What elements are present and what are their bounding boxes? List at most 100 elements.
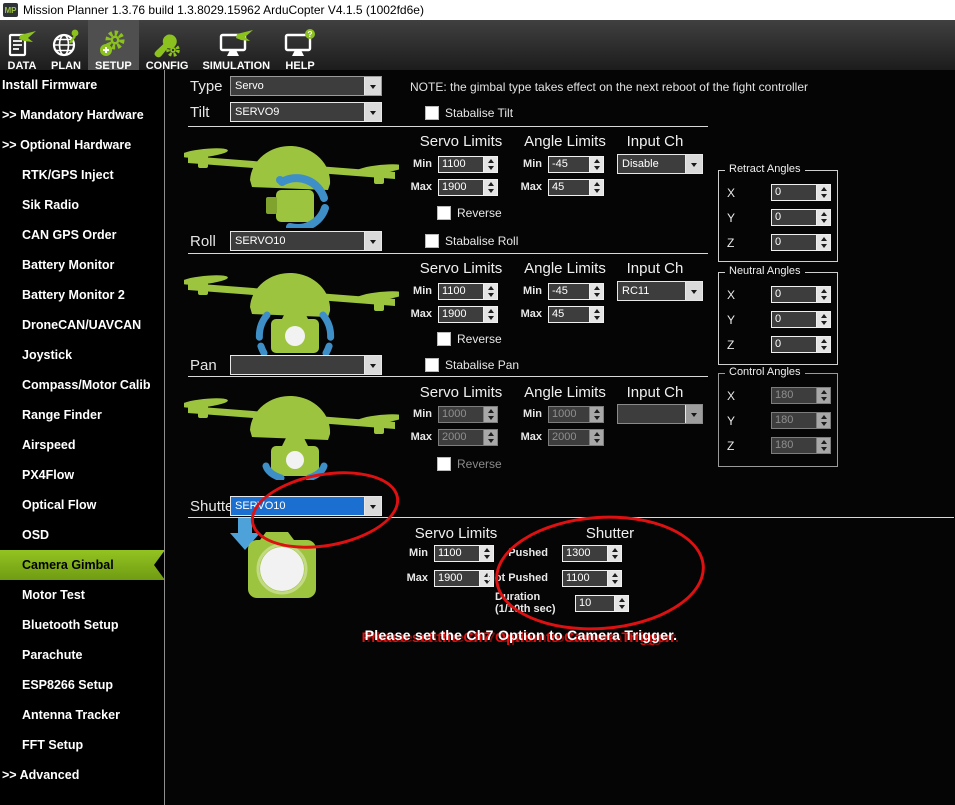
tilt-servo-dropdown[interactable]: SERVO9 [230,102,382,122]
nav-simulation[interactable]: SIMULATION [195,20,277,73]
spinner-buttons[interactable] [483,284,497,299]
spinner-buttons[interactable] [589,307,603,322]
shutter-duration-spinner[interactable]: 10 [575,595,629,612]
sidebar-item-motor-test[interactable]: Motor Test [0,580,164,610]
roll-servo-min-spinner[interactable]: 1100 [438,283,498,300]
shutter-not-pushed-spinner[interactable]: 1100 [562,570,622,587]
control-angles-x-spinner: 180 [771,387,831,404]
spinner-buttons[interactable] [816,235,830,250]
chevron-down-icon[interactable] [364,77,381,95]
spinner-buttons[interactable] [607,571,621,586]
chevron-down-icon[interactable] [364,356,381,374]
checkbox-box[interactable] [437,332,451,346]
sidebar-item-bluetooth-setup[interactable]: Bluetooth Setup [0,610,164,640]
tilt-reverse-checkbox[interactable]: Reverse [437,206,502,220]
roll-angle-min-spinner[interactable]: -45 [548,283,604,300]
gimbal-type-dropdown[interactable]: Servo [230,76,382,96]
roll-input-ch-dropdown[interactable]: RC11 [617,281,703,301]
sidebar-item-optical-flow[interactable]: Optical Flow [0,490,164,520]
nav-setup[interactable]: SETUP [88,20,139,73]
neutral-angles-z-spinner[interactable]: 0 [771,336,831,353]
chevron-down-icon[interactable] [364,232,381,250]
nav-plan[interactable]: PLAN [44,20,88,73]
tilt-servo-min-spinner[interactable]: 1100 [438,156,498,173]
spinner-buttons[interactable] [589,284,603,299]
spinner-buttons[interactable] [589,180,603,195]
sidebar-item-mandatory-hardware[interactable]: >> Mandatory Hardware [0,100,164,130]
servo-limits-header: Servo Limits [406,133,516,150]
checkbox-box[interactable] [425,106,439,120]
tilt-servo-max-spinner[interactable]: 1900 [438,179,498,196]
retract-angles-y-spinner[interactable]: 0 [771,209,831,226]
spinner-buttons[interactable] [483,307,497,322]
spinner-buttons[interactable] [607,546,621,561]
sidebar-item-osd[interactable]: OSD [0,520,164,550]
roll-angle-max-spinner[interactable]: 45 [548,306,604,323]
roll-servo-max-spinner[interactable]: 1900 [438,306,498,323]
checkbox-box[interactable] [425,358,439,372]
checkbox-box[interactable] [425,234,439,248]
neutral-angles-y-spinner[interactable]: 0 [771,311,831,328]
sidebar-item-battery-monitor[interactable]: Battery Monitor [0,250,164,280]
chevron-down-icon[interactable] [685,282,702,300]
sidebar-item-antenna-tracker[interactable]: Antenna Tracker [0,700,164,730]
nav-help[interactable]: ? HELP [277,20,323,73]
shutter-pushed-spinner[interactable]: 1300 [562,545,622,562]
chevron-down-icon[interactable] [685,155,702,173]
checkbox-box[interactable] [437,206,451,220]
stabilise-roll-checkbox[interactable]: Stabalise Roll [425,234,518,248]
sidebar-item-range-finder[interactable]: Range Finder [0,400,164,430]
stabilise-tilt-checkbox[interactable]: Stabalise Tilt [425,106,513,120]
sidebar-item-dronecan-uavcan[interactable]: DroneCAN/UAVCAN [0,310,164,340]
roll-servo-value: SERVO10 [231,232,364,250]
sidebar-item-airspeed[interactable]: Airspeed [0,430,164,460]
chevron-down-icon[interactable] [364,497,381,515]
spinner-buttons[interactable] [816,210,830,225]
sidebar-item-optional-hardware[interactable]: >> Optional Hardware [0,130,164,160]
sidebar-item-esp8266-setup[interactable]: ESP8266 Setup [0,670,164,700]
retract-angles-x-spinner[interactable]: 0 [771,184,831,201]
pan-angle-min-spinner: 1000 [548,406,604,423]
stabilise-pan-checkbox[interactable]: Stabalise Pan [425,358,519,372]
sidebar-item-battery-monitor-2[interactable]: Battery Monitor 2 [0,280,164,310]
shutter-servo-dropdown[interactable]: SERVO10 [230,496,382,516]
pan-angle-max-spinner: 2000 [548,429,604,446]
gimbal-type-value: Servo [231,77,364,95]
sidebar-item-fft-setup[interactable]: FFT Setup [0,730,164,760]
sidebar-item-parachute[interactable]: Parachute [0,640,164,670]
svg-text:?: ? [307,29,312,39]
pan-servo-dropdown[interactable] [230,355,382,375]
spinner-buttons[interactable] [816,287,830,302]
sidebar-item-camera-gimbal[interactable]: Camera Gimbal [0,550,164,580]
control-angles-z-spinner: 180 [771,437,831,454]
spinner-buttons [816,438,830,453]
spinner-buttons[interactable] [816,185,830,200]
sidebar-item-rtk-gps-inject[interactable]: RTK/GPS Inject [0,160,164,190]
tilt-angle-max-spinner[interactable]: 45 [548,179,604,196]
mission-planner-window: MP Mission Planner 1.3.76 build 1.3.8029… [0,0,955,805]
spinner-buttons[interactable] [816,337,830,352]
spinner-buttons[interactable] [589,157,603,172]
spinner-buttons[interactable] [816,312,830,327]
tilt-angle-min-spinner[interactable]: -45 [548,156,604,173]
tilt-input-ch-dropdown[interactable]: Disable [617,154,703,174]
sidebar-item-install-firmware[interactable]: Install Firmware [0,70,164,100]
chevron-down-icon[interactable] [364,103,381,121]
spinner-buttons[interactable] [483,180,497,195]
sidebar-item-sik-radio[interactable]: Sik Radio [0,190,164,220]
sidebar-item-compass-motor-calib[interactable]: Compass/Motor Calib [0,370,164,400]
sidebar-item-advanced[interactable]: >> Advanced [0,760,164,790]
roll-servo-dropdown[interactable]: SERVO10 [230,231,382,251]
spinner-buttons[interactable] [483,157,497,172]
nav-config[interactable]: CONFIG [139,20,196,73]
nav-data[interactable]: DATA [0,20,44,73]
sidebar-item-can-gps-order[interactable]: CAN GPS Order [0,220,164,250]
retract-angles-z-spinner[interactable]: 0 [771,234,831,251]
neutral-angles-x-spinner[interactable]: 0 [771,286,831,303]
sidebar-item-px4flow[interactable]: PX4Flow [0,460,164,490]
roll-label: Roll [190,233,216,250]
pan-servo-max-spinner: 2000 [438,429,498,446]
roll-reverse-checkbox[interactable]: Reverse [437,332,502,346]
sidebar-item-joystick[interactable]: Joystick [0,340,164,370]
spinner-buttons[interactable] [614,596,628,611]
